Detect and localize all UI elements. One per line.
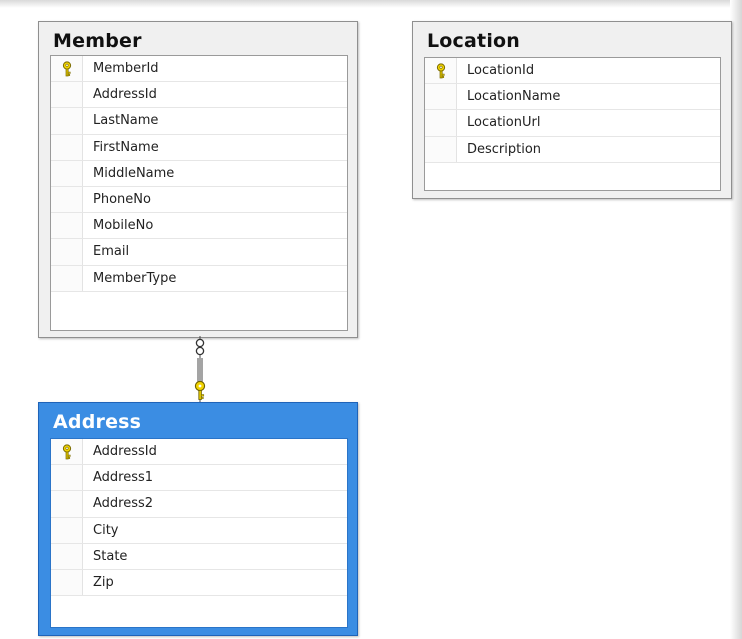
- column-row[interactable]: MemberId: [51, 56, 347, 83]
- column-name: LocationUrl: [467, 115, 541, 131]
- column-list: LocationId LocationName LocationUrl Desc…: [425, 58, 720, 163]
- column-name: State: [93, 548, 128, 564]
- row-selector[interactable]: [51, 491, 83, 517]
- row-selector[interactable]: [51, 265, 83, 291]
- row-selector[interactable]: [51, 465, 83, 491]
- column-name: Address1: [93, 470, 154, 486]
- column-list: AddressId Address1 Address2 City State Z…: [51, 439, 347, 597]
- column-row[interactable]: LastName: [51, 108, 347, 135]
- table-title: Member: [53, 30, 142, 52]
- column-row[interactable]: Address2: [51, 491, 347, 518]
- column-name: Email: [93, 244, 130, 260]
- column-row[interactable]: City: [51, 517, 347, 544]
- column-row[interactable]: FirstName: [51, 134, 347, 161]
- table-address[interactable]: Address AddressId Address1 Address2 City…: [38, 402, 358, 636]
- column-name: Zip: [93, 575, 114, 591]
- column-name: AddressId: [93, 87, 157, 103]
- column-name: LocationName: [467, 89, 561, 105]
- row-selector[interactable]: [51, 160, 83, 186]
- primary-key-icon: [62, 60, 71, 76]
- column-name: FirstName: [93, 139, 159, 155]
- row-selector[interactable]: [51, 213, 83, 239]
- row-selector[interactable]: [425, 110, 457, 136]
- table-location[interactable]: Location LocationId LocationName Locatio…: [412, 21, 732, 199]
- primary-key-icon: [62, 443, 71, 459]
- column-grid: LocationId LocationName LocationUrl Desc…: [424, 57, 721, 191]
- column-row[interactable]: Email: [51, 239, 347, 266]
- row-selector[interactable]: [425, 58, 457, 84]
- column-name: Address2: [93, 496, 154, 512]
- row-selector[interactable]: [425, 84, 457, 110]
- column-row[interactable]: Address1: [51, 465, 347, 492]
- column-name: MemberType: [93, 270, 177, 286]
- table-title: Location: [427, 30, 521, 52]
- row-selector[interactable]: [51, 56, 83, 82]
- row-selector[interactable]: [51, 108, 83, 134]
- column-name: LocationId: [467, 63, 535, 79]
- column-name: PhoneNo: [93, 192, 151, 208]
- column-name: Description: [467, 141, 542, 157]
- column-row[interactable]: MobileNo: [51, 213, 347, 240]
- row-selector[interactable]: [51, 134, 83, 160]
- column-name: City: [93, 522, 119, 538]
- infinity-end-icon: [195, 338, 205, 356]
- row-selector[interactable]: [51, 569, 83, 596]
- table-title: Address: [53, 411, 142, 433]
- canvas-shadow-top: [0, 0, 742, 8]
- column-row[interactable]: LocationName: [425, 84, 720, 111]
- column-name: AddressId: [93, 444, 157, 460]
- key-end-icon: [194, 380, 206, 400]
- column-grid: MemberId AddressId LastName FirstName Mi…: [50, 55, 348, 331]
- column-list: MemberId AddressId LastName FirstName Mi…: [51, 56, 347, 292]
- column-grid: AddressId Address1 Address2 City State Z…: [50, 438, 348, 628]
- column-name: MemberId: [93, 61, 159, 77]
- row-selector[interactable]: [425, 136, 457, 162]
- column-row[interactable]: Zip: [51, 569, 347, 597]
- row-selector[interactable]: [51, 543, 83, 569]
- column-row[interactable]: AddressId: [51, 439, 347, 466]
- column-row[interactable]: LocationUrl: [425, 110, 720, 137]
- column-name: MobileNo: [93, 218, 154, 234]
- table-member[interactable]: Member MemberId AddressId LastName First…: [38, 21, 358, 338]
- row-selector[interactable]: [51, 239, 83, 265]
- column-row[interactable]: State: [51, 543, 347, 570]
- primary-key-icon: [436, 62, 445, 78]
- column-name: LastName: [93, 113, 159, 129]
- column-row[interactable]: Description: [425, 136, 720, 163]
- column-row[interactable]: AddressId: [51, 82, 347, 109]
- row-selector[interactable]: [51, 82, 83, 108]
- relationship-connector[interactable]: [186, 336, 214, 404]
- row-selector[interactable]: [51, 517, 83, 543]
- row-selector[interactable]: [51, 439, 83, 465]
- column-row[interactable]: PhoneNo: [51, 186, 347, 214]
- column-name: MiddleName: [93, 165, 175, 181]
- row-selector[interactable]: [51, 186, 83, 213]
- column-row[interactable]: MemberType: [51, 265, 347, 292]
- column-row[interactable]: LocationId: [425, 58, 720, 85]
- column-row[interactable]: MiddleName: [51, 160, 347, 187]
